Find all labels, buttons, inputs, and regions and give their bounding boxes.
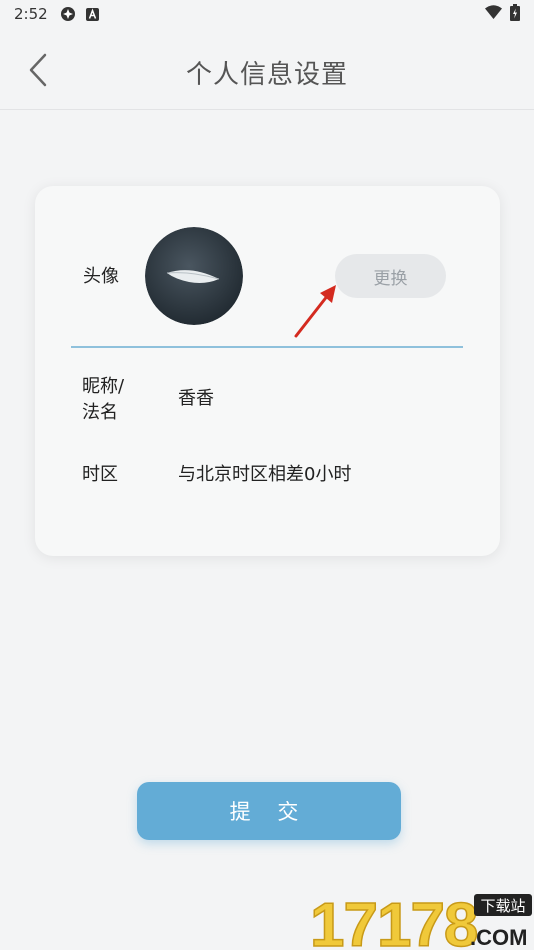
- site-watermark-logo: 17178 下载站 .COM: [309, 890, 532, 950]
- page: 2:52 个人信息设置 头像 更换 昵称/ 法名 香香 时区 与北京时区相差0小…: [0, 0, 534, 950]
- a-box-icon: [85, 7, 99, 21]
- timezone-value[interactable]: 与北京时区相差0小时: [178, 462, 351, 488]
- svg-text:.COM: .COM: [470, 925, 527, 950]
- status-bar: 2:52: [0, 0, 534, 28]
- page-title: 个人信息设置: [185, 60, 348, 90]
- profile-card: 头像 更换 昵称/ 法名 香香 时区 与北京时区相差0小时: [35, 186, 500, 556]
- battery-icon: [510, 3, 520, 25]
- change-avatar-button[interactable]: 更换: [335, 254, 446, 298]
- avatar[interactable]: [145, 227, 243, 325]
- nickname-label: 昵称/: [82, 376, 125, 397]
- settings-gear-icon: [60, 6, 76, 22]
- avatar-label: 头像: [83, 266, 119, 287]
- avatar-image: [145, 227, 243, 325]
- app-bar: 个人信息设置: [0, 28, 534, 110]
- submit-button[interactable]: 提 交: [137, 782, 401, 840]
- status-time: 2:52: [14, 5, 48, 23]
- wifi-icon: [485, 5, 502, 23]
- timezone-label: 时区: [82, 464, 118, 485]
- nickname-label-line2: 法名: [82, 402, 118, 423]
- red-arrow-annotation: [294, 285, 336, 338]
- nickname-value[interactable]: 香香: [178, 386, 214, 412]
- svg-text:17178: 17178: [310, 891, 477, 950]
- avatar-divider: [71, 346, 463, 348]
- svg-text:下载站: 下载站: [480, 897, 525, 915]
